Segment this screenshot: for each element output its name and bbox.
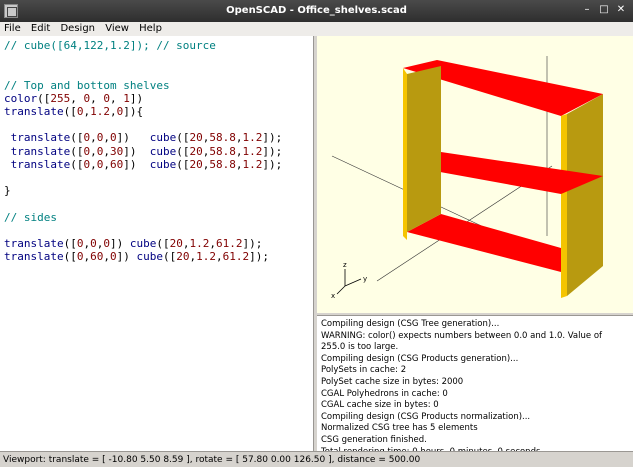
console-output[interactable]: Compiling design (CSG Tree generation)..…: [317, 315, 633, 457]
code-line: translate([0,0,30]) cube([20,58.8,1.2]);: [10, 144, 283, 158]
code-line: translate([0,1.2,0]){: [4, 105, 144, 118]
console-line: PolySet cache size in bytes: 2000: [321, 376, 464, 387]
axis-label-x: x: [331, 292, 335, 300]
menu-bar: File Edit Design View Help: [0, 22, 633, 37]
title-bar: OpenSCAD - Office_shelves.scad – □ ✕: [0, 0, 633, 22]
right-side-panel: [567, 94, 603, 296]
menu-file[interactable]: File: [4, 22, 21, 36]
code-line: translate([0,0,0]) cube([20,58.8,1.2]);: [10, 131, 283, 145]
console-line: CGAL Polyhedrons in cache: 0: [321, 388, 448, 399]
right-side-edge: [561, 114, 567, 298]
menu-edit[interactable]: Edit: [31, 22, 50, 36]
code-line: // sides: [4, 210, 57, 224]
window-title: OpenSCAD - Office_shelves.scad: [226, 5, 407, 16]
console-line: Compiling design (CSG Products generatio…: [321, 353, 519, 364]
status-bar: Viewport: translate = [ -10.80 5.50 8.59…: [0, 451, 633, 467]
menu-design[interactable]: Design: [60, 22, 95, 36]
code-line: translate([0,0,60]) cube([20,58.8,1.2]);: [10, 157, 283, 171]
console-line: Compiling design (CSG Tree generation)..…: [321, 319, 500, 329]
console-line: Compiling design (CSG Products normaliza…: [321, 411, 531, 422]
left-side-edge: [403, 68, 407, 240]
code-line: translate([0,60,0]) cube([20,1.2,61.2]);: [4, 250, 269, 264]
code-line: // cube([64,122,1.2]); // source: [4, 39, 216, 52]
console-line: CGAL cache size in bytes: 0: [321, 400, 439, 411]
console-line: WARNING: color() expects numbers between…: [321, 330, 605, 353]
close-icon[interactable]: ✕: [615, 4, 627, 16]
console-line: PolySets in cache: 2: [321, 365, 407, 376]
axis-label-y: y: [363, 275, 367, 283]
left-side-panel: [407, 66, 441, 232]
code-line: // Top and bottom shelves: [4, 78, 170, 92]
code-line: }: [4, 184, 11, 198]
console-line: CSG generation finished.: [321, 434, 427, 445]
code-editor[interactable]: // cube([64,122,1.2]); // source // Top a…: [0, 36, 314, 451]
3d-viewport[interactable]: z y x: [317, 36, 633, 313]
viewport-scene: z y x: [331, 56, 603, 300]
axis-label-z: z: [343, 261, 347, 269]
bottom-shelf: [407, 214, 561, 272]
console-line: Normalized CSG tree has 5 elements: [321, 423, 478, 434]
menu-help[interactable]: Help: [139, 22, 162, 36]
code-line: color([255, 0, 0, 1]): [4, 91, 144, 105]
menu-view[interactable]: View: [105, 22, 129, 36]
maximize-icon[interactable]: □: [598, 4, 610, 16]
axes-indicator-icon: z y x: [331, 261, 367, 300]
minimize-icon[interactable]: –: [581, 4, 593, 16]
code-line: translate([0,0,0]) cube([20,1.2,61.2]);: [4, 237, 263, 250]
